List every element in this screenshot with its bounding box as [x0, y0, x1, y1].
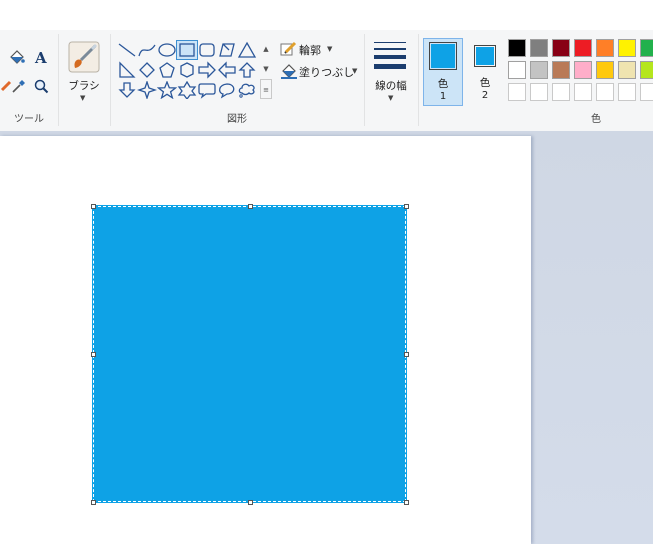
- right-triangle-shape-icon[interactable]: [117, 61, 137, 79]
- color-picker-icon[interactable]: [10, 77, 28, 95]
- outline-button[interactable]: 輪郭 ▼: [280, 40, 362, 60]
- line-width-dropdown-icon: ▼: [388, 94, 394, 102]
- palette-color-swatch[interactable]: [640, 61, 653, 79]
- shapes-gallery-scroll: ▲ ▼ ≡: [260, 39, 272, 103]
- palette-color-swatch[interactable]: [552, 39, 570, 57]
- color1-button[interactable]: 色 1: [423, 38, 463, 106]
- four-point-star-shape-icon[interactable]: [136, 79, 158, 101]
- brush-button[interactable]: ブラシ ▼: [62, 34, 106, 108]
- custom-color-slot[interactable]: [618, 83, 636, 101]
- right-arrow-shape-icon[interactable]: [197, 61, 217, 79]
- line-width-button[interactable]: 線の幅 ▼: [368, 34, 414, 108]
- palette-color-swatch[interactable]: [618, 39, 636, 57]
- palette-color-swatch[interactable]: [618, 61, 636, 79]
- drawing-canvas[interactable]: [0, 136, 531, 544]
- palette-color-swatch[interactable]: [596, 39, 614, 57]
- color2-button[interactable]: 色 2: [468, 38, 504, 106]
- brush-dropdown-icon: ▼: [80, 94, 86, 102]
- down-arrow-shape-icon[interactable]: [117, 81, 137, 99]
- palette-color-swatch[interactable]: [552, 61, 570, 79]
- triangle-shape-icon[interactable]: [237, 41, 257, 59]
- resize-handle-left[interactable]: [91, 352, 96, 357]
- ribbon: A ツール ブラシ ▼ ▲ ▼ ≡ 輪郭 ▼ 塗りつぶし ▼ 図形 線の幅 ▼ …: [0, 30, 653, 132]
- brush-label: ブラシ: [68, 80, 100, 92]
- group-separator: [364, 34, 365, 126]
- palette-color-swatch[interactable]: [530, 39, 548, 57]
- group-separator: [418, 34, 419, 126]
- fill-button[interactable]: 塗りつぶし ▼: [280, 62, 362, 82]
- custom-color-slot[interactable]: [574, 83, 592, 101]
- palette-color-swatch[interactable]: [640, 39, 653, 57]
- palette-color-swatch[interactable]: [596, 61, 614, 79]
- resize-handle-top-left[interactable]: [91, 204, 96, 209]
- fill-bucket-icon: [280, 62, 298, 80]
- gallery-scroll-up-icon[interactable]: ▲: [260, 39, 272, 59]
- line-shape-icon[interactable]: [117, 41, 137, 59]
- color1-number: 1: [439, 91, 447, 102]
- pentagon-shape-icon[interactable]: [157, 61, 177, 79]
- outline-dropdown-icon: ▼: [327, 45, 333, 53]
- polygon-shape-icon[interactable]: [217, 41, 237, 59]
- canvas-workspace: [0, 131, 653, 544]
- line-width-icon: [374, 42, 406, 69]
- color1-fill: [431, 44, 455, 68]
- magnifier-icon[interactable]: [32, 77, 50, 95]
- rounded-callout-shape-icon[interactable]: [197, 81, 217, 99]
- text-tool-icon[interactable]: A: [32, 48, 50, 66]
- rectangle-shape-icon[interactable]: [176, 40, 198, 60]
- color2-swatch: [474, 45, 496, 67]
- color-palette: [508, 39, 653, 105]
- palette-color-swatch[interactable]: [508, 39, 526, 57]
- group-separator: [58, 34, 59, 126]
- up-arrow-shape-icon[interactable]: [237, 61, 257, 79]
- palette-color-swatch[interactable]: [508, 61, 526, 79]
- color1-label: 色: [437, 78, 449, 90]
- fill-dropdown-icon: ▼: [352, 67, 358, 75]
- selection-border: [92, 205, 407, 503]
- resize-handle-right[interactable]: [404, 352, 409, 357]
- six-point-star-shape-icon[interactable]: [177, 80, 197, 101]
- colors-group-label: 色: [591, 114, 601, 125]
- gallery-scroll-down-icon[interactable]: ▼: [260, 59, 272, 79]
- resize-handle-bottom-right[interactable]: [404, 500, 409, 505]
- hexagon-shape-icon[interactable]: [177, 61, 197, 79]
- shapes-gallery: [117, 39, 260, 103]
- custom-color-slot[interactable]: [530, 83, 548, 101]
- outline-pencil-icon: [280, 40, 298, 58]
- left-arrow-shape-icon[interactable]: [217, 61, 237, 79]
- resize-handle-top[interactable]: [248, 204, 253, 209]
- svg-text:A: A: [34, 49, 47, 66]
- line-width-label: 線の幅: [375, 80, 407, 92]
- tools-group-label: ツール: [14, 114, 44, 125]
- color2-label: 色: [479, 77, 491, 89]
- custom-color-slot[interactable]: [640, 83, 653, 101]
- cloud-callout-shape-icon[interactable]: [237, 81, 257, 99]
- fill-label: 塗りつぶし: [299, 66, 355, 79]
- resize-handle-bottom-left[interactable]: [91, 500, 96, 505]
- palette-color-swatch[interactable]: [530, 61, 548, 79]
- resize-handle-bottom[interactable]: [248, 500, 253, 505]
- group-separator: [110, 34, 111, 126]
- oval-shape-icon[interactable]: [157, 41, 177, 59]
- shapes-group-label: 図形: [227, 114, 247, 125]
- resize-handle-top-right[interactable]: [404, 204, 409, 209]
- outline-label: 輪郭: [299, 44, 321, 57]
- gallery-expand-icon[interactable]: ≡: [260, 79, 272, 99]
- diamond-shape-icon[interactable]: [137, 61, 157, 79]
- palette-color-swatch[interactable]: [574, 61, 592, 79]
- custom-color-slot[interactable]: [508, 83, 526, 101]
- five-point-star-shape-icon[interactable]: [156, 80, 178, 100]
- oval-callout-shape-icon[interactable]: [217, 81, 237, 99]
- custom-color-slot[interactable]: [552, 83, 570, 101]
- color2-fill: [476, 47, 494, 65]
- rounded-rectangle-shape-icon[interactable]: [197, 41, 217, 59]
- custom-color-slot[interactable]: [596, 83, 614, 101]
- brush-icon: [67, 40, 101, 74]
- palette-color-swatch[interactable]: [574, 39, 592, 57]
- color2-number: 2: [481, 90, 489, 101]
- curve-shape-icon[interactable]: [137, 41, 157, 59]
- fill-bucket-icon[interactable]: [8, 48, 26, 66]
- color1-swatch: [429, 42, 457, 70]
